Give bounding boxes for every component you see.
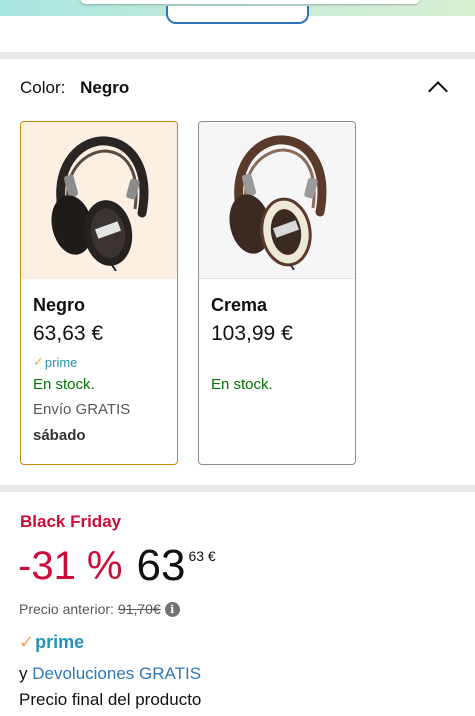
previous-price-row: Precio anterior: 91,70€ i [19,601,180,617]
variant-swatch-crema[interactable]: Crema 103,99 € En stock. [198,121,356,465]
headphones-black-image [51,135,149,271]
variant-shipping: Envío GRATIS [33,401,131,418]
discount-percent: -31 % [18,544,123,588]
variant-stock: En stock. [211,376,273,393]
section-divider [0,485,475,492]
section-divider [0,52,475,59]
variant-swatch-negro[interactable]: Negro 63,63 € ✓ prime En stock. Envío GR… [20,121,178,465]
prime-label: prime [44,354,78,370]
variant-stock: En stock. [33,376,95,393]
chevron-up-icon[interactable] [428,81,448,101]
product-image [21,122,177,279]
variant-delivery-day: sábado [33,427,86,444]
returns-prefix: y [19,664,28,683]
price-fraction: 63 € [188,548,216,564]
color-selected-value: Negro [80,78,130,97]
deal-badge: Black Friday [20,512,122,531]
free-returns-link[interactable]: Devoluciones GRATIS [32,664,201,683]
prime-badge-placeholder [211,353,343,371]
product-image [199,122,355,279]
variant-name: Negro [33,295,86,315]
price-block: -31 % 63 63 € [18,540,216,592]
prime-check-icon: ✓ [33,354,44,369]
headphones-cream-image [229,135,327,270]
prime-label: prime [35,632,85,652]
variant-price: 103,99 € [211,322,293,345]
search-bar-edge[interactable] [80,0,420,4]
variant-price: 63,63 € [33,322,104,345]
final-price-note: Precio final del producto [19,690,202,709]
color-label: Color: [20,78,66,97]
info-icon[interactable]: i [164,601,180,617]
previous-price-label: Precio anterior: [19,601,114,617]
price-whole: 63 [136,541,186,590]
prime-badge-large: ✓prime [19,632,84,653]
variant-name: Crema [211,295,268,315]
color-selector-header[interactable]: Color: Negro [20,78,455,101]
prime-check-icon: ✓ [19,632,35,652]
prime-badge: ✓ prime [33,353,165,371]
collapsed-button-edge[interactable] [166,6,309,24]
returns-row: y Devoluciones GRATIS [19,664,201,684]
previous-price-value: 91,70€ [117,601,161,617]
